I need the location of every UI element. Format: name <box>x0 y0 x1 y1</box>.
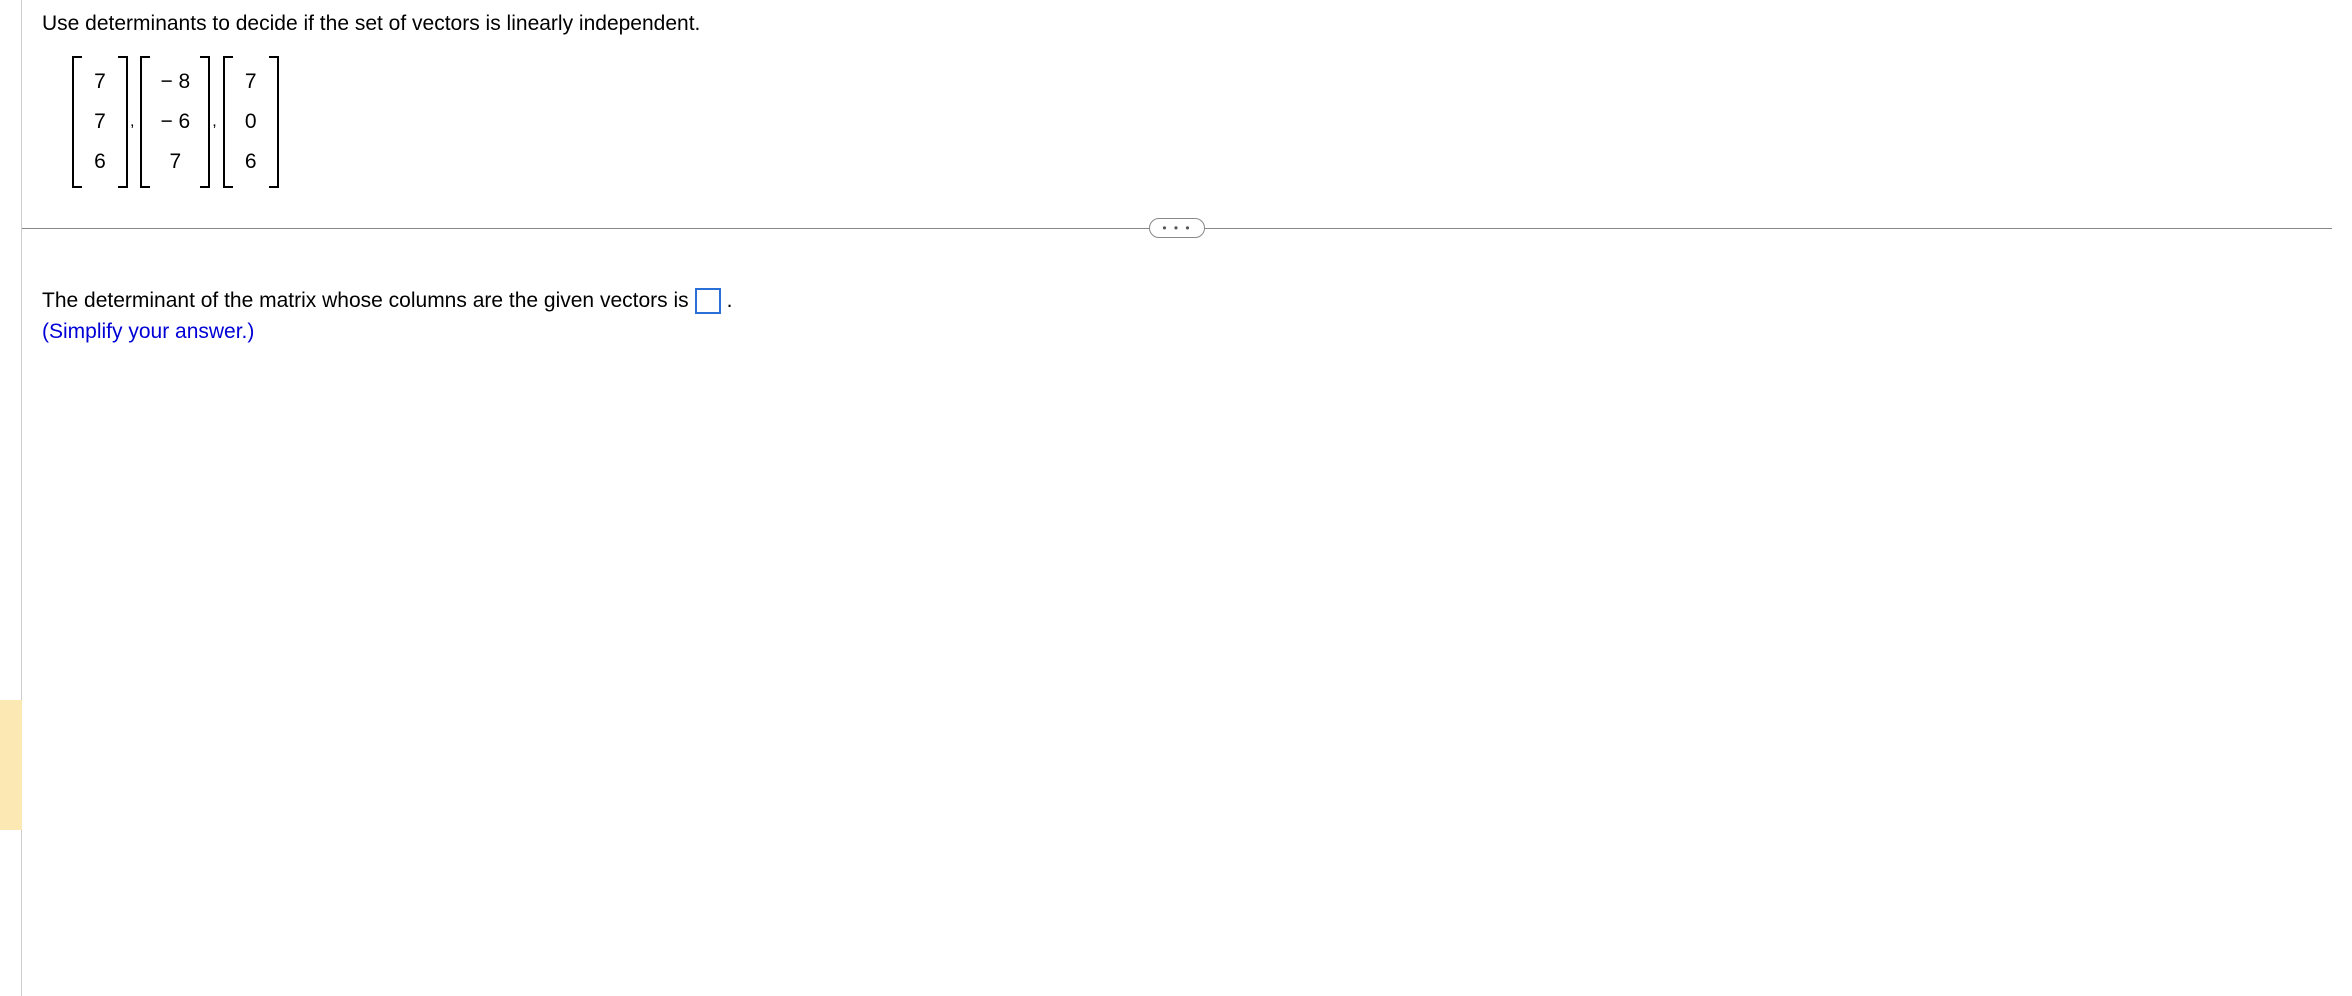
vector-1-entry-3: 6 <box>86 142 114 182</box>
bracket-left <box>140 56 150 188</box>
bracket-right <box>118 56 128 188</box>
bracket-right <box>269 56 279 188</box>
vector-2-entry-3: 7 <box>154 142 196 182</box>
answer-input[interactable] <box>695 288 721 314</box>
separator-2: , <box>212 113 216 131</box>
answer-note: (Simplify your answer.) <box>42 320 2332 344</box>
vector-1-entry-1: 7 <box>86 62 114 102</box>
vectors-row: 7 7 6 , − 8 − 6 7 , 7 0 6 <box>72 56 2332 188</box>
vector-1-entry-2: 7 <box>86 102 114 142</box>
answer-line: The determinant of the matrix whose colu… <box>42 288 2332 314</box>
vector-2-entry-1: − 8 <box>154 62 196 102</box>
left-highlight-marker <box>0 700 22 830</box>
vector-1-column: 7 7 6 <box>82 56 118 188</box>
content-area: Use determinants to decide if the set of… <box>22 0 2352 996</box>
left-border-strip <box>0 0 22 996</box>
vector-3-column: 7 0 6 <box>233 56 269 188</box>
separator-1: , <box>130 113 134 131</box>
section-divider: • • • <box>22 218 2332 238</box>
vector-3-entry-3: 6 <box>237 142 265 182</box>
bracket-right <box>200 56 210 188</box>
answer-prefix: The determinant of the matrix whose colu… <box>42 289 689 313</box>
expand-button[interactable]: • • • <box>1149 218 1205 238</box>
problem-instruction: Use determinants to decide if the set of… <box>42 12 2332 36</box>
vector-2: − 8 − 6 7 <box>140 56 210 188</box>
vector-3-entry-1: 7 <box>237 62 265 102</box>
answer-suffix: . <box>727 289 733 313</box>
vector-2-column: − 8 − 6 7 <box>150 56 200 188</box>
vector-3: 7 0 6 <box>223 56 279 188</box>
vector-1: 7 7 6 <box>72 56 128 188</box>
bracket-left <box>72 56 82 188</box>
bracket-left <box>223 56 233 188</box>
vector-3-entry-2: 0 <box>237 102 265 142</box>
vector-2-entry-2: − 6 <box>154 102 196 142</box>
